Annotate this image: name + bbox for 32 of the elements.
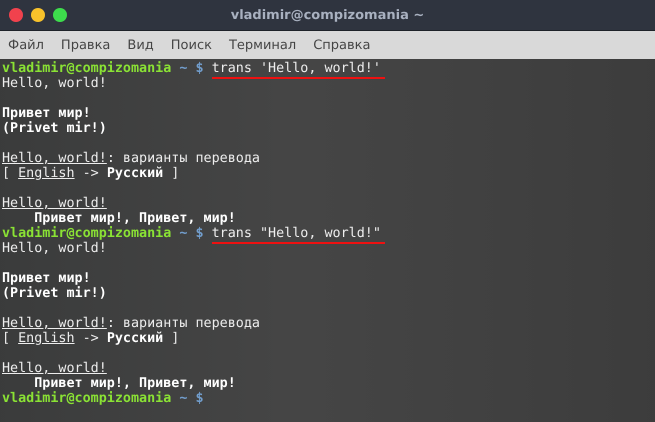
output-line: [ English -> Русский ] bbox=[2, 331, 180, 346]
prompt-user: vladimir@compizomania bbox=[2, 391, 172, 406]
prompt-user: vladimir@compizomania bbox=[2, 226, 172, 241]
minimize-button[interactable] bbox=[31, 8, 45, 22]
menu-item[interactable]: Вид bbox=[127, 38, 154, 52]
output-line: (Privet mir!) bbox=[2, 121, 108, 136]
output-line: Привет мир!, Привет, мир! bbox=[33, 211, 237, 226]
output-line: Hello, world!: варианты перевода bbox=[2, 151, 261, 166]
output-line: Привет мир!, Привет, мир! bbox=[33, 376, 237, 391]
output-line: Hello, world! bbox=[2, 241, 108, 256]
output-line: Hello, world! bbox=[2, 76, 108, 91]
command-text: trans "Hello, world!" bbox=[212, 226, 385, 244]
menu-item[interactable]: Справка bbox=[313, 38, 370, 52]
prompt-path: ~ $ bbox=[178, 226, 205, 241]
menu-item[interactable]: Правка bbox=[60, 38, 110, 52]
menu-item[interactable]: Поиск bbox=[170, 38, 212, 52]
command-text: trans 'Hello, world!' bbox=[212, 61, 385, 79]
output-line: Привет мир! bbox=[2, 271, 92, 286]
output-line: Привет мир! bbox=[2, 106, 92, 121]
close-button[interactable] bbox=[9, 8, 23, 22]
maximize-button[interactable] bbox=[53, 8, 67, 22]
prompt-user: vladimir@compizomania bbox=[2, 61, 172, 76]
menu-item[interactable]: Терминал bbox=[228, 38, 296, 52]
prompt-path: ~ $ bbox=[178, 391, 204, 406]
output-line: Hello, world!: варианты перевода bbox=[2, 316, 261, 331]
window-title: vladimir@compizomania ~ bbox=[230, 8, 424, 22]
prompt-path: ~ $ bbox=[178, 61, 205, 76]
output-line: (Privet mir!) bbox=[2, 286, 108, 301]
menu-item[interactable]: Файл bbox=[8, 38, 44, 52]
output-line: [ English -> Русский ] bbox=[2, 166, 180, 181]
output-line: Hello, world! bbox=[2, 361, 108, 376]
output-line: Hello, world! bbox=[2, 196, 108, 211]
